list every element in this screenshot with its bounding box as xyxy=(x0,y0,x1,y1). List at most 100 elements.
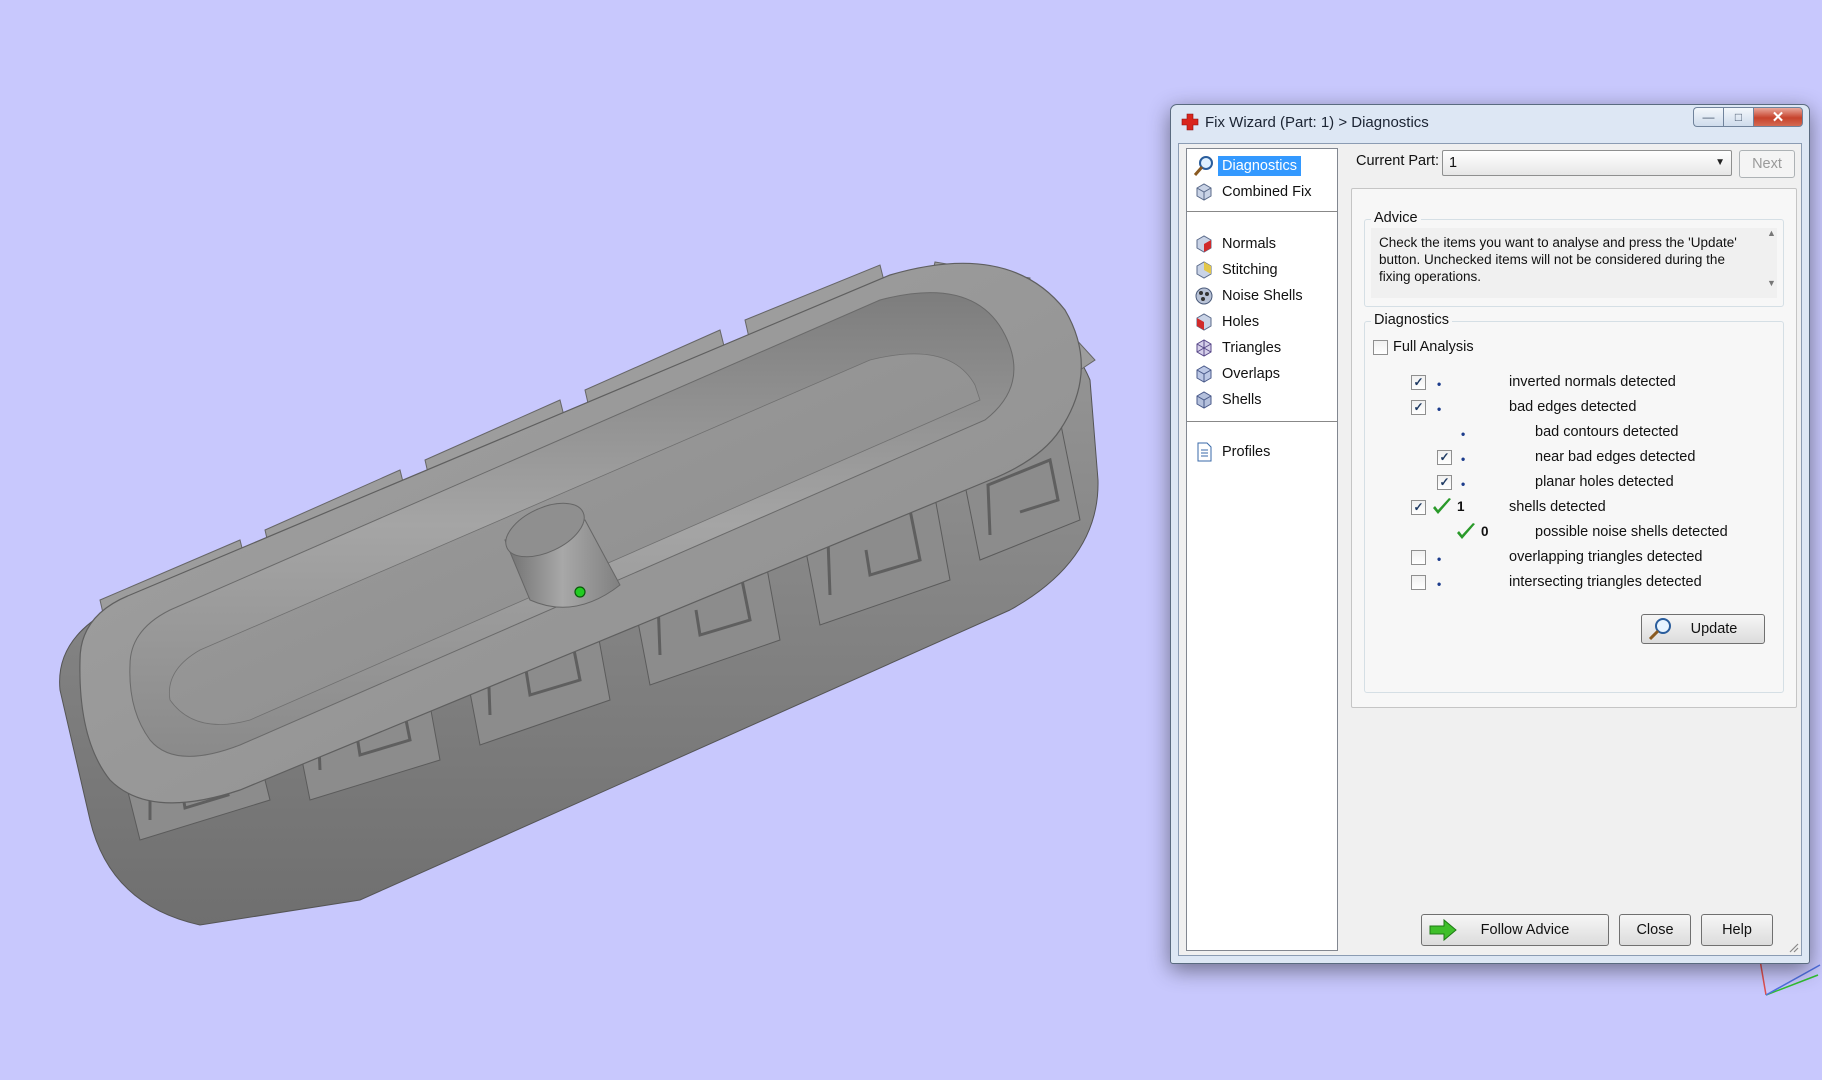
status-dot-icon: • xyxy=(1461,452,1466,466)
pick-point-marker xyxy=(574,586,586,598)
help-button-label: Help xyxy=(1722,922,1752,938)
window-controls: — □ ✕ xyxy=(1693,107,1803,127)
sidebar-item-label: Normals xyxy=(1222,235,1276,252)
diagnostic-label: near bad edges detected xyxy=(1535,449,1696,465)
diagnostic-count: 0 xyxy=(1481,524,1489,539)
status-dot-icon: • xyxy=(1437,552,1442,566)
follow-advice-label: Follow Advice xyxy=(1480,922,1570,938)
help-button[interactable]: Help xyxy=(1701,914,1773,946)
sidebar-item-label: Triangles xyxy=(1222,339,1282,356)
sidebar-item-holes[interactable]: Holes xyxy=(1191,309,1333,334)
sidebar-item-diagnostics[interactable]: Diagnostics xyxy=(1191,153,1333,178)
status-dot-icon: • xyxy=(1461,427,1466,441)
sidebar-item-triangles[interactable]: Triangles xyxy=(1191,335,1333,360)
sidebar-item-label: Diagnostics xyxy=(1218,155,1301,176)
advice-title: Advice xyxy=(1371,210,1421,226)
sidebar-item-label: Holes xyxy=(1222,313,1260,330)
document-icon xyxy=(1197,442,1212,461)
triangles-icon xyxy=(1196,338,1212,357)
diagnostics-group: Diagnostics Full Analysis ✓ • inverted nor… xyxy=(1364,312,1784,693)
diagnostic-checkbox[interactable] xyxy=(1411,550,1426,565)
close-window-button[interactable]: ✕ xyxy=(1753,107,1803,127)
sidebar-item-label: Noise Shells xyxy=(1222,287,1303,304)
diagnostic-row: • bad contours detected xyxy=(1365,422,1805,444)
diagnostic-label: shells detected xyxy=(1509,499,1606,515)
diagnostic-label: planar holes detected xyxy=(1535,474,1674,490)
sidebar-item-label: Profiles xyxy=(1222,443,1271,460)
holes-cube-icon xyxy=(1196,312,1212,331)
diagnostic-row: ✓ • bad edges detected xyxy=(1365,397,1805,419)
full-analysis-checkbox[interactable] xyxy=(1373,340,1388,355)
update-button[interactable]: Update xyxy=(1641,614,1765,644)
current-part-value: 1 xyxy=(1449,155,1458,171)
dialog-client-area: Diagnostics Combined Fix Normals Stitchi… xyxy=(1178,143,1802,956)
next-button[interactable]: Next xyxy=(1739,150,1795,178)
scroll-down-icon[interactable]: ▼ xyxy=(1767,278,1776,288)
diagnostic-row: • overlapping triangles detected xyxy=(1365,547,1805,569)
advice-scrollbar[interactable]: ▲ ▼ xyxy=(1765,228,1779,288)
green-arrow-icon xyxy=(1429,918,1457,942)
diagnostic-row: ✓ • planar holes detected xyxy=(1365,472,1805,494)
follow-advice-button[interactable]: Follow Advice xyxy=(1421,914,1609,946)
resize-grip-icon[interactable] xyxy=(1787,941,1799,953)
close-button-label: Close xyxy=(1636,922,1674,938)
chevron-down-icon: ▼ xyxy=(1715,157,1725,168)
sidebar-item-shells[interactable]: Shells xyxy=(1191,387,1333,412)
sidebar-item-noise-shells[interactable]: Noise Shells xyxy=(1191,283,1333,308)
diagnostic-checkbox[interactable]: ✓ xyxy=(1437,450,1452,465)
close-button[interactable]: Close xyxy=(1619,914,1691,946)
sidebar-item-label: Overlaps xyxy=(1222,365,1281,382)
sidebar-item-label: Combined Fix xyxy=(1222,183,1312,200)
advice-text: Check the items you want to analyse and … xyxy=(1371,228,1777,298)
diagnostic-label: intersecting triangles detected xyxy=(1509,574,1702,590)
current-part-select[interactable]: 1 ▼ xyxy=(1442,150,1732,176)
diagnostic-checkbox[interactable]: ✓ xyxy=(1411,400,1426,415)
magnifier-icon xyxy=(1648,618,1671,641)
window-title: Fix Wizard (Part: 1) > Diagnostics xyxy=(1205,113,1429,131)
diagnostic-label: overlapping triangles detected xyxy=(1509,549,1703,565)
normals-cube-icon xyxy=(1196,234,1212,253)
current-part-label: Current Part: xyxy=(1356,153,1439,169)
status-dot-icon: • xyxy=(1461,477,1466,491)
full-analysis-label: Full Analysis xyxy=(1393,339,1474,355)
diagnostic-row: • intersecting triangles detected xyxy=(1365,572,1805,594)
green-checkmark-icon xyxy=(1457,523,1475,539)
diagnostic-label: inverted normals detected xyxy=(1509,374,1676,390)
wizard-sidebar: Diagnostics Combined Fix Normals Stitchi… xyxy=(1186,148,1338,951)
diagnostic-label: bad contours detected xyxy=(1535,424,1679,440)
update-button-label: Update xyxy=(1690,621,1738,637)
cube-icon xyxy=(1196,182,1212,201)
sidebar-item-label: Shells xyxy=(1222,391,1262,408)
status-dot-icon: • xyxy=(1437,402,1442,416)
red-cross-icon xyxy=(1181,113,1199,131)
scroll-up-icon[interactable]: ▲ xyxy=(1767,228,1776,238)
sidebar-item-overlaps[interactable]: Overlaps xyxy=(1191,361,1333,386)
diagnostic-checkbox[interactable]: ✓ xyxy=(1437,475,1452,490)
diagnostic-checkbox[interactable] xyxy=(1411,575,1426,590)
sidebar-item-normals[interactable]: Normals xyxy=(1191,231,1333,256)
diagnostic-row: 0 possible noise shells detected xyxy=(1365,522,1805,544)
diagnostic-checkbox[interactable]: ✓ xyxy=(1411,500,1426,515)
green-checkmark-icon xyxy=(1433,498,1451,514)
maximize-icon: □ xyxy=(1734,110,1743,124)
diagnostic-checkbox[interactable]: ✓ xyxy=(1411,375,1426,390)
diagnostic-row: ✓ • inverted normals detected xyxy=(1365,372,1805,394)
sidebar-separator xyxy=(1187,211,1337,213)
diagnostic-row: ✓ • near bad edges detected xyxy=(1365,447,1805,469)
sidebar-item-profiles[interactable]: Profiles xyxy=(1191,439,1333,464)
stitching-cube-icon xyxy=(1196,260,1212,279)
title-bar[interactable]: Fix Wizard (Part: 1) > Diagnostics — □ ✕ xyxy=(1177,105,1803,139)
maximize-button[interactable]: □ xyxy=(1723,107,1753,127)
diagnostics-title: Diagnostics xyxy=(1371,312,1452,328)
fix-wizard-window: Fix Wizard (Part: 1) > Diagnostics — □ ✕… xyxy=(1170,104,1810,964)
sidebar-item-stitching[interactable]: Stitching xyxy=(1191,257,1333,282)
advice-group: Advice Check the items you want to analy… xyxy=(1364,210,1784,307)
diagnostic-count: 1 xyxy=(1457,499,1465,514)
next-button-label: Next xyxy=(1752,156,1782,172)
minimize-button[interactable]: — xyxy=(1693,107,1723,127)
diagnostic-label: possible noise shells detected xyxy=(1535,524,1728,540)
sidebar-item-combined-fix[interactable]: Combined Fix xyxy=(1191,179,1333,204)
status-dot-icon: • xyxy=(1437,577,1442,591)
diagnostic-row: ✓ 1 shells detected xyxy=(1365,497,1805,519)
overlaps-cube-icon xyxy=(1196,364,1212,383)
